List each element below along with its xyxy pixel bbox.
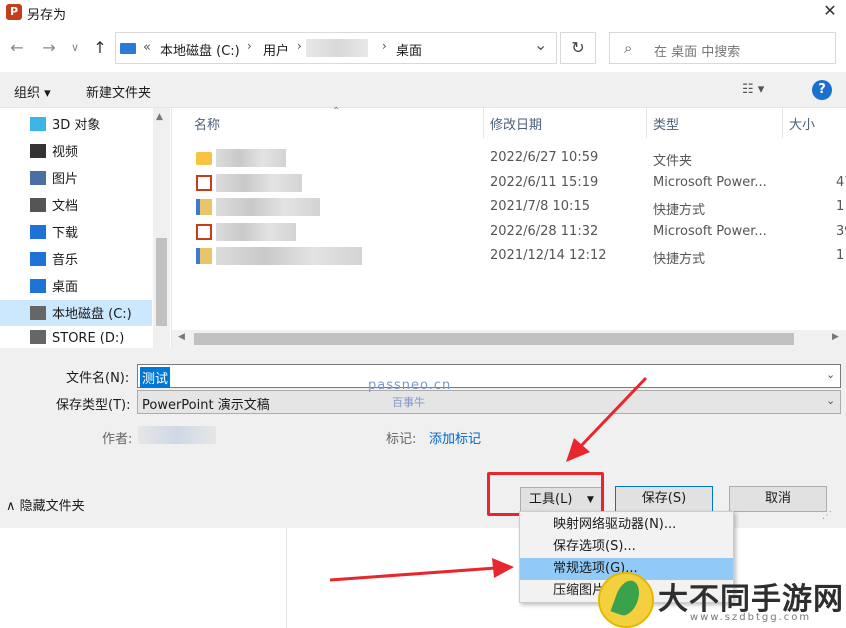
arrow-to-general-options bbox=[329, 566, 497, 582]
arrow-to-general-options-head bbox=[492, 558, 514, 578]
leaf-icon bbox=[610, 577, 644, 619]
annotation-arrows bbox=[329, 376, 648, 582]
brand-url: www.szdbtgg.com bbox=[690, 612, 812, 623]
brand-logo bbox=[598, 572, 654, 628]
arrow-to-tools bbox=[578, 376, 648, 449]
